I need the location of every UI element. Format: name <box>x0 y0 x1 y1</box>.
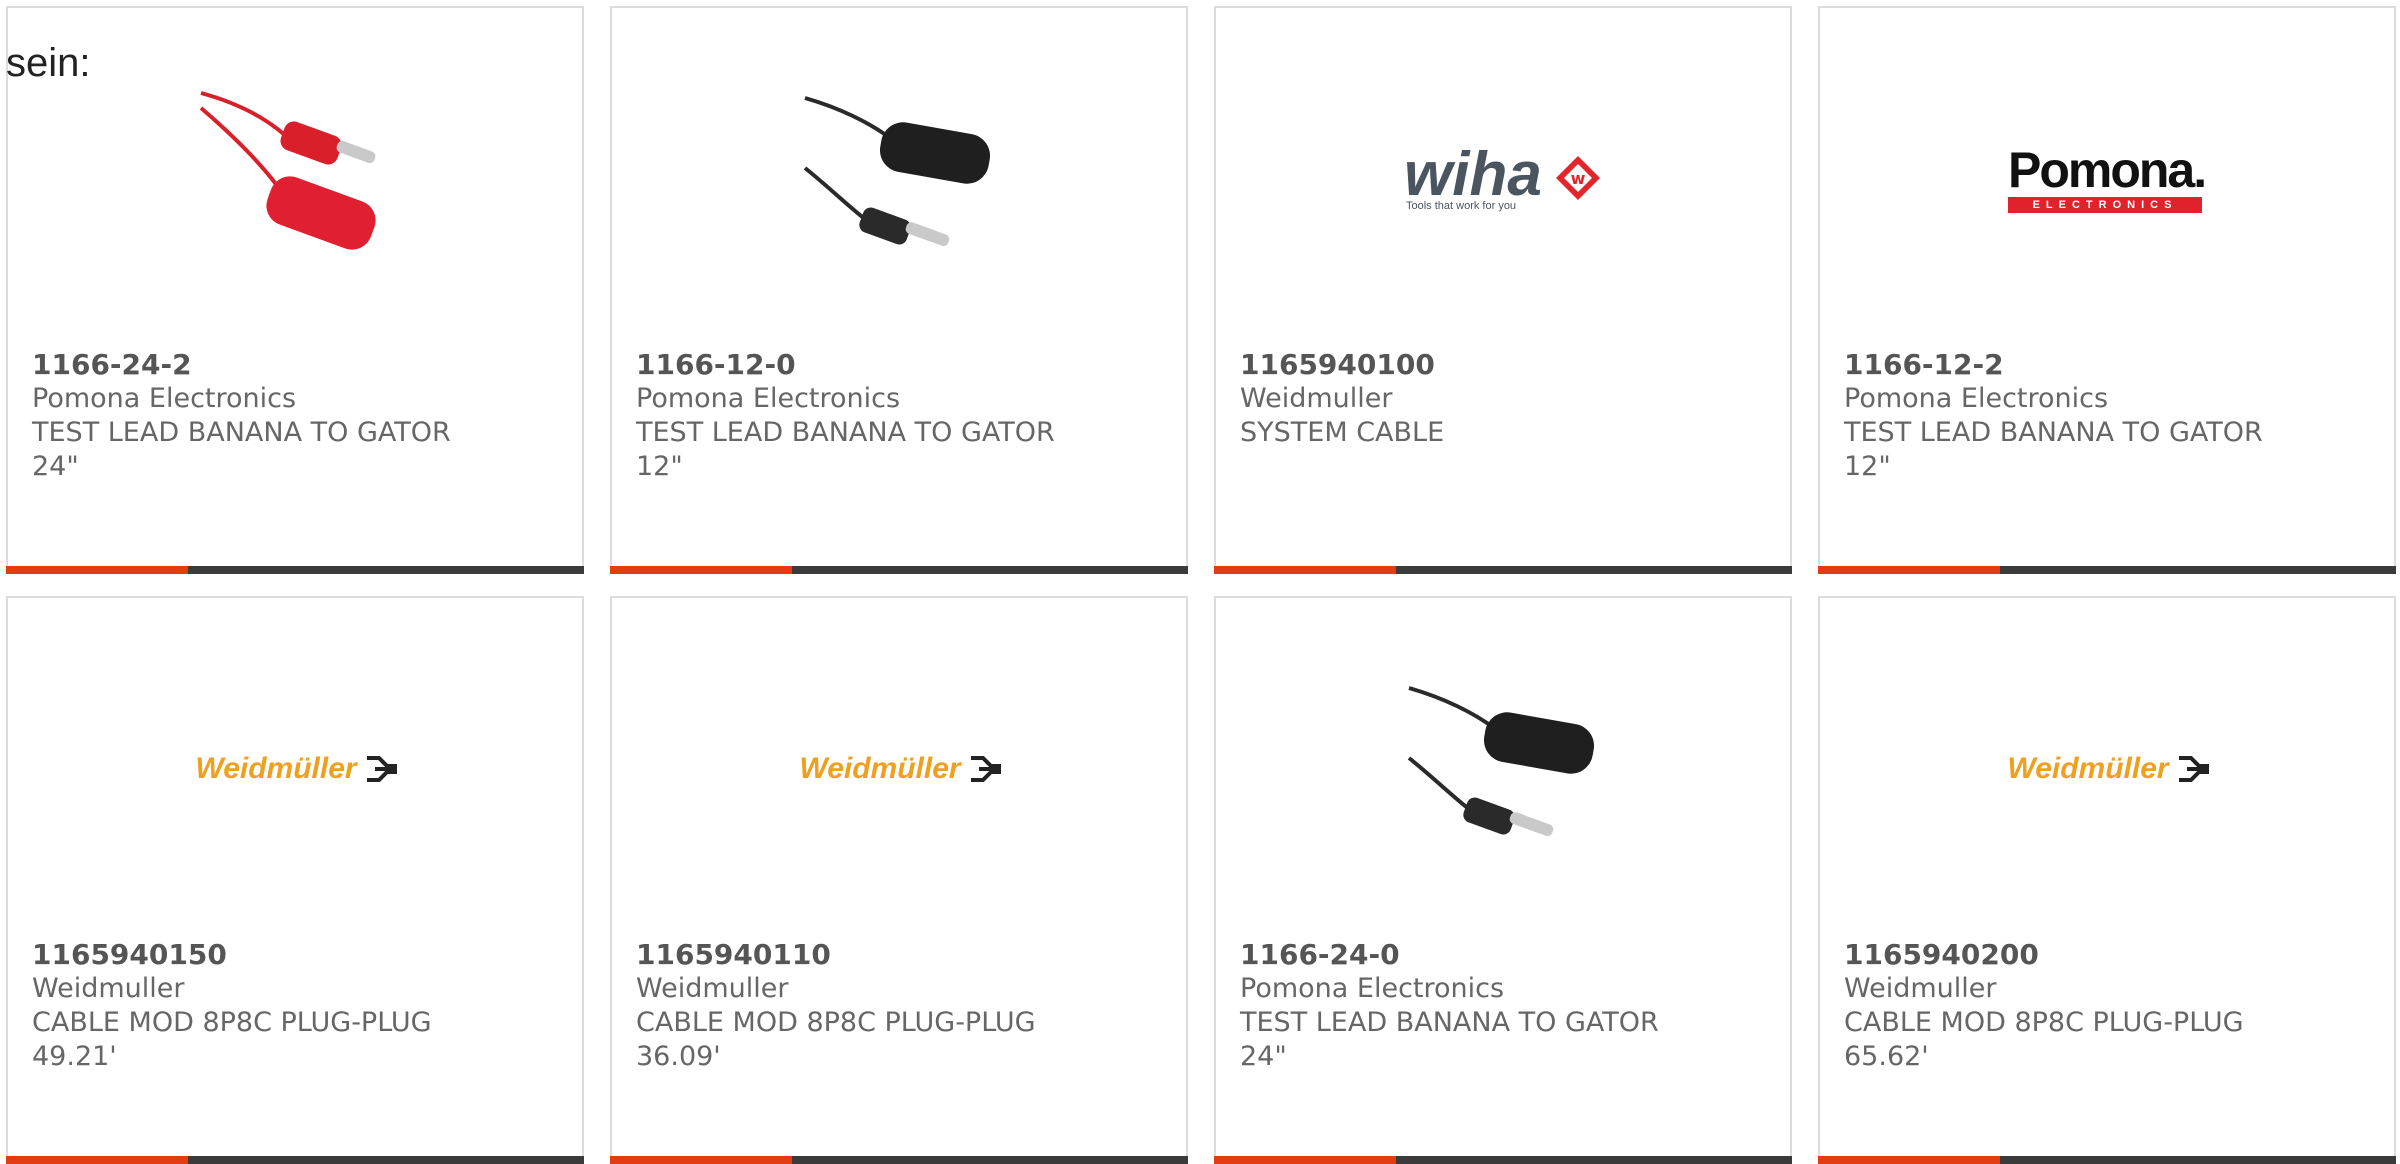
part-number[interactable]: 1165940200 <box>1844 938 2384 972</box>
part-number[interactable]: 1166-24-2 <box>32 348 572 382</box>
black-test-lead-icon <box>800 78 1002 280</box>
manufacturer: Weidmuller <box>1844 973 1997 1004</box>
manufacturer: Weidmuller <box>636 973 789 1004</box>
description: TEST LEAD BANANA TO GATOR <box>32 417 451 448</box>
product-card[interactable]: Weidmüller 1165940110 Weidmuller CABLE M… <box>610 596 1188 1164</box>
card-bottom-bar <box>1214 1156 1792 1164</box>
card-bottom-bar <box>1818 566 2396 574</box>
product-grid: 1166-24-2 Pomona Electronics TEST LEAD B… <box>0 0 2400 1164</box>
pomona-tagline: ELECTRONICS <box>2008 197 2202 213</box>
card-bottom-bar <box>1818 1156 2396 1164</box>
weidmuller-logo-text: Weidmüller <box>799 752 961 785</box>
description-length: 12" <box>636 451 683 482</box>
pomona-logo-text: Pomona. <box>2008 142 2207 198</box>
svg-text:w: w <box>1571 169 1586 188</box>
weidmuller-logo-text: Weidmüller <box>2007 752 2169 785</box>
product-card[interactable]: Weidmüller 1165940200 Weidmuller CABLE M… <box>1818 596 2396 1164</box>
part-number[interactable]: 1165940150 <box>32 938 572 972</box>
description-length: 12" <box>1844 451 1891 482</box>
manufacturer: Pomona Electronics <box>32 383 297 414</box>
part-number[interactable]: 1166-24-0 <box>1240 938 1780 972</box>
product-card[interactable]: 1166-12-0 Pomona Electronics TEST LEAD B… <box>610 6 1188 574</box>
description-length: 65.62' <box>1844 1041 1929 1072</box>
manufacturer: Weidmuller <box>32 973 185 1004</box>
card-bottom-bar <box>1214 566 1792 574</box>
weidmuller-logo-text: Weidmüller <box>195 752 357 785</box>
weidmuller-logo: Weidmüller <box>799 668 1002 870</box>
black-test-lead-icon <box>1404 668 1606 870</box>
part-number[interactable]: 1165940100 <box>1240 348 1780 382</box>
card-bottom-bar <box>6 566 584 574</box>
card-bottom-bar <box>610 1156 1188 1164</box>
description: CABLE MOD 8P8C PLUG-PLUG <box>636 1007 1036 1038</box>
description-length: 24" <box>32 451 79 482</box>
description-length: 36.09' <box>636 1041 721 1072</box>
card-bottom-bar <box>6 1156 584 1164</box>
wiha-tagline: Tools that work for you <box>1406 200 1517 212</box>
part-number[interactable]: 1165940110 <box>636 938 1176 972</box>
manufacturer: Pomona Electronics <box>636 383 901 414</box>
product-card[interactable]: Weidmüller 1165940150 Weidmuller CABLE M… <box>6 596 584 1164</box>
description: SYSTEM CABLE <box>1240 417 1445 448</box>
intro-text: sein: <box>6 41 91 85</box>
product-card[interactable]: wiha w Tools that work for you 116594010… <box>1214 6 1792 574</box>
description-length: 49.21' <box>32 1041 117 1072</box>
description: TEST LEAD BANANA TO GATOR <box>1844 417 2263 448</box>
wiha-logo-text: wiha <box>1404 140 1542 209</box>
product-card[interactable]: 1166-24-0 Pomona Electronics TEST LEAD B… <box>1214 596 1792 1164</box>
description: TEST LEAD BANANA TO GATOR <box>636 417 1055 448</box>
red-test-lead-icon <box>196 78 398 280</box>
description: CABLE MOD 8P8C PLUG-PLUG <box>32 1007 432 1038</box>
manufacturer: Weidmuller <box>1240 383 1393 414</box>
part-number[interactable]: 1166-12-2 <box>1844 348 2384 382</box>
pomona-logo: Pomona. ELECTRONICS <box>2008 78 2210 280</box>
description: CABLE MOD 8P8C PLUG-PLUG <box>1844 1007 2244 1038</box>
wiha-logo: wiha w Tools that work for you <box>1404 78 1606 280</box>
description-length: 24" <box>1240 1041 1287 1072</box>
manufacturer: Pomona Electronics <box>1844 383 2109 414</box>
weidmuller-logo: Weidmüller <box>2007 668 2210 870</box>
weidmuller-logo: Weidmüller <box>195 668 398 870</box>
part-number[interactable]: 1166-12-0 <box>636 348 1176 382</box>
card-bottom-bar <box>610 566 1188 574</box>
manufacturer: Pomona Electronics <box>1240 973 1505 1004</box>
description: TEST LEAD BANANA TO GATOR <box>1240 1007 1659 1038</box>
product-card[interactable]: 1166-24-2 Pomona Electronics TEST LEAD B… <box>6 6 584 574</box>
product-card[interactable]: Pomona. ELECTRONICS 1166-12-2 Pomona Ele… <box>1818 6 2396 574</box>
